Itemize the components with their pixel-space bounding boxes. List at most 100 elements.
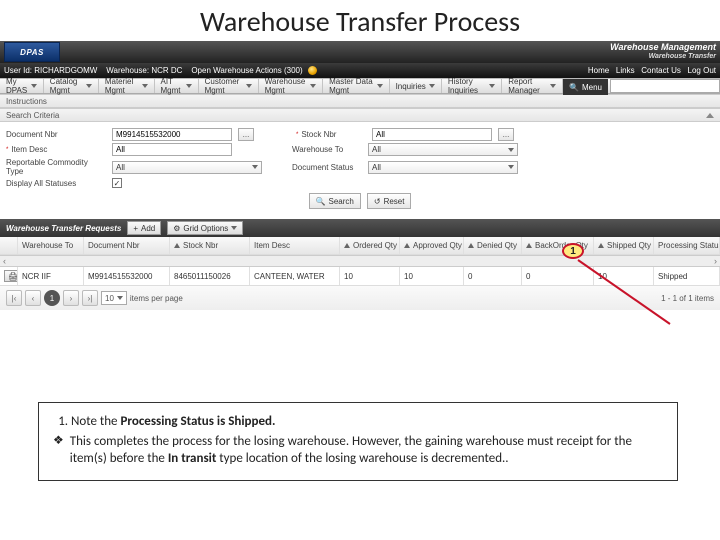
warehouse-to-label: Warehouse To [292,145,362,154]
caret-down-icon [142,84,148,88]
reset-button[interactable]: ↺ Reset [367,193,412,209]
cell-item-desc: CANTEEN, WATER [250,267,340,285]
pager: |‹ ‹ 1 › ›| 10 items per page 1 - 1 of 1… [0,286,720,310]
col-warehouse-to[interactable]: Warehouse To [18,237,84,254]
rep-type-select[interactable]: All [112,161,262,174]
sort-asc-icon [468,243,474,248]
caret-down-icon [508,165,514,169]
nav-catalog[interactable]: Catalog Mgmt [44,79,99,93]
stock-nbr-label: * Stock Nbr [296,130,366,139]
doc-nbr-lookup-button[interactable]: ... [238,128,254,141]
printer-icon: 🖨 [8,272,18,281]
required-icon: * [296,132,298,138]
scroll-left-icon[interactable]: ‹ [3,256,6,266]
doc-nbr-input[interactable] [112,128,232,141]
scroll-right-icon[interactable]: › [714,256,717,266]
open-actions-link[interactable]: Open Warehouse Actions (300) [191,66,302,75]
col-ordered-qty[interactable]: Ordered Qty [340,237,400,254]
horizontal-scrollbar[interactable]: ‹ › [0,255,720,267]
stock-nbr-input[interactable] [372,128,492,141]
warehouse-value: NCR DC [151,66,182,75]
pager-first-button[interactable]: |‹ [6,290,22,306]
sort-asc-icon [526,243,532,248]
grid-title-bar: Warehouse Transfer Requests + Add ⚙ Grid… [0,219,720,237]
sort-asc-icon [174,243,180,248]
reset-icon: ↺ [374,197,381,206]
app-screenshot: DPAS Warehouse Management Warehouse Tran… [0,41,720,310]
slide-notes: Note the Processing Status is Shipped. ❖… [38,402,678,481]
nav-history[interactable]: History Inquiries [442,79,502,93]
nav-mydpas[interactable]: My DPAS [0,79,44,93]
caret-down-icon [231,226,237,230]
plus-icon: + [133,224,138,233]
nav-links-link[interactable]: Links [616,66,635,75]
nav-logout-link[interactable]: Log Out [688,66,716,75]
search-icon: 🔍 [316,197,326,206]
doc-status-label: Document Status [292,163,362,172]
nav-warehouse[interactable]: Warehouse Mgmt [259,79,323,93]
print-button[interactable]: 🖨 Print - 348 [4,270,18,282]
pager-count-text: 1 - 1 of 1 items [661,294,714,303]
caret-down-icon [252,165,258,169]
caret-down-icon [186,84,192,88]
note-bullet: ❖ This completes the process for the los… [53,433,663,468]
main-nav: My DPAS Catalog Mgmt Materiel Mgmt AIT M… [0,78,720,94]
results-grid: Warehouse To Document Nbr Stock Nbr Item… [0,237,720,310]
nav-home-link[interactable]: Home [588,66,609,75]
global-search-input[interactable] [610,79,720,93]
col-document-nbr[interactable]: Document Nbr [84,237,170,254]
instructions-section-header[interactable]: Instructions [0,94,720,108]
nav-customer[interactable]: Customer Mgmt [199,79,259,93]
module-title: Warehouse Management [610,42,716,52]
col-select[interactable] [0,237,18,254]
cell-stock-nbr: 8465011150026 [170,267,250,285]
doc-status-select[interactable]: All [368,161,518,174]
doc-nbr-label: Document Nbr [6,130,106,139]
nav-report[interactable]: Report Manager [502,79,563,93]
caret-down-icon [377,84,383,88]
user-info-bar: User Id: RICHARDGOMW Warehouse: NCR DC O… [0,63,720,78]
nav-materiel[interactable]: Materiel Mgmt [99,79,155,93]
nav-inquiries[interactable]: Inquiries [390,79,442,93]
dpas-logo: DPAS [4,42,60,62]
pager-last-button[interactable]: ›| [82,290,98,306]
item-desc-label: * Item Desc [6,145,106,154]
col-processing-status[interactable]: Processing Status [654,237,720,254]
nav-masterdata[interactable]: Master Data Mgmt [323,79,389,93]
required-icon: * [6,147,8,153]
grid-options-button[interactable]: ⚙ Grid Options [167,221,243,235]
caret-down-icon [246,84,252,88]
col-item-desc[interactable]: Item Desc [250,237,340,254]
alert-icon[interactable] [308,66,317,75]
search-icon: 🔍 [569,83,579,92]
rep-type-label: Reportable Commodity Type [6,158,106,176]
caret-down-icon [310,84,316,88]
per-page-select[interactable]: 10 [101,291,127,305]
callout-1-badge: 1 [562,243,584,259]
cell-document-nbr: M9914515532000 [84,267,170,285]
col-shipped-qty[interactable]: Shipped Qty [594,237,654,254]
item-desc-input[interactable] [112,143,232,156]
criteria-section-header[interactable]: Search Criteria [0,108,720,122]
grid-header-row: Warehouse To Document Nbr Stock Nbr Item… [0,237,720,255]
add-button[interactable]: + Add [127,221,161,235]
pager-next-button[interactable]: › [63,290,79,306]
grid-title: Warehouse Transfer Requests [6,224,121,233]
table-row[interactable]: 🖨 Print - 348 NCR IIF M9914515532000 846… [0,267,720,286]
cell-backorder-qty: 0 [522,267,594,285]
stock-nbr-lookup-button[interactable]: ... [498,128,514,141]
display-all-checkbox[interactable]: ✓ [112,178,122,188]
warehouse-label: Warehouse: [106,66,149,75]
cell-denied-qty: 0 [464,267,522,285]
cell-warehouse-to: NCR IIF [18,267,84,285]
nav-contact-link[interactable]: Contact Us [641,66,681,75]
col-stock-nbr[interactable]: Stock Nbr [170,237,250,254]
nav-ait[interactable]: AIT Mgmt [155,79,199,93]
search-button[interactable]: 🔍 Search [309,193,361,209]
col-approved-qty[interactable]: Approved Qty [400,237,464,254]
cell-approved-qty: 10 [400,267,464,285]
menu-button[interactable]: 🔍 Menu [563,79,608,95]
col-denied-qty[interactable]: Denied Qty [464,237,522,254]
pager-prev-button[interactable]: ‹ [25,290,41,306]
warehouse-to-select[interactable]: All [368,143,518,156]
